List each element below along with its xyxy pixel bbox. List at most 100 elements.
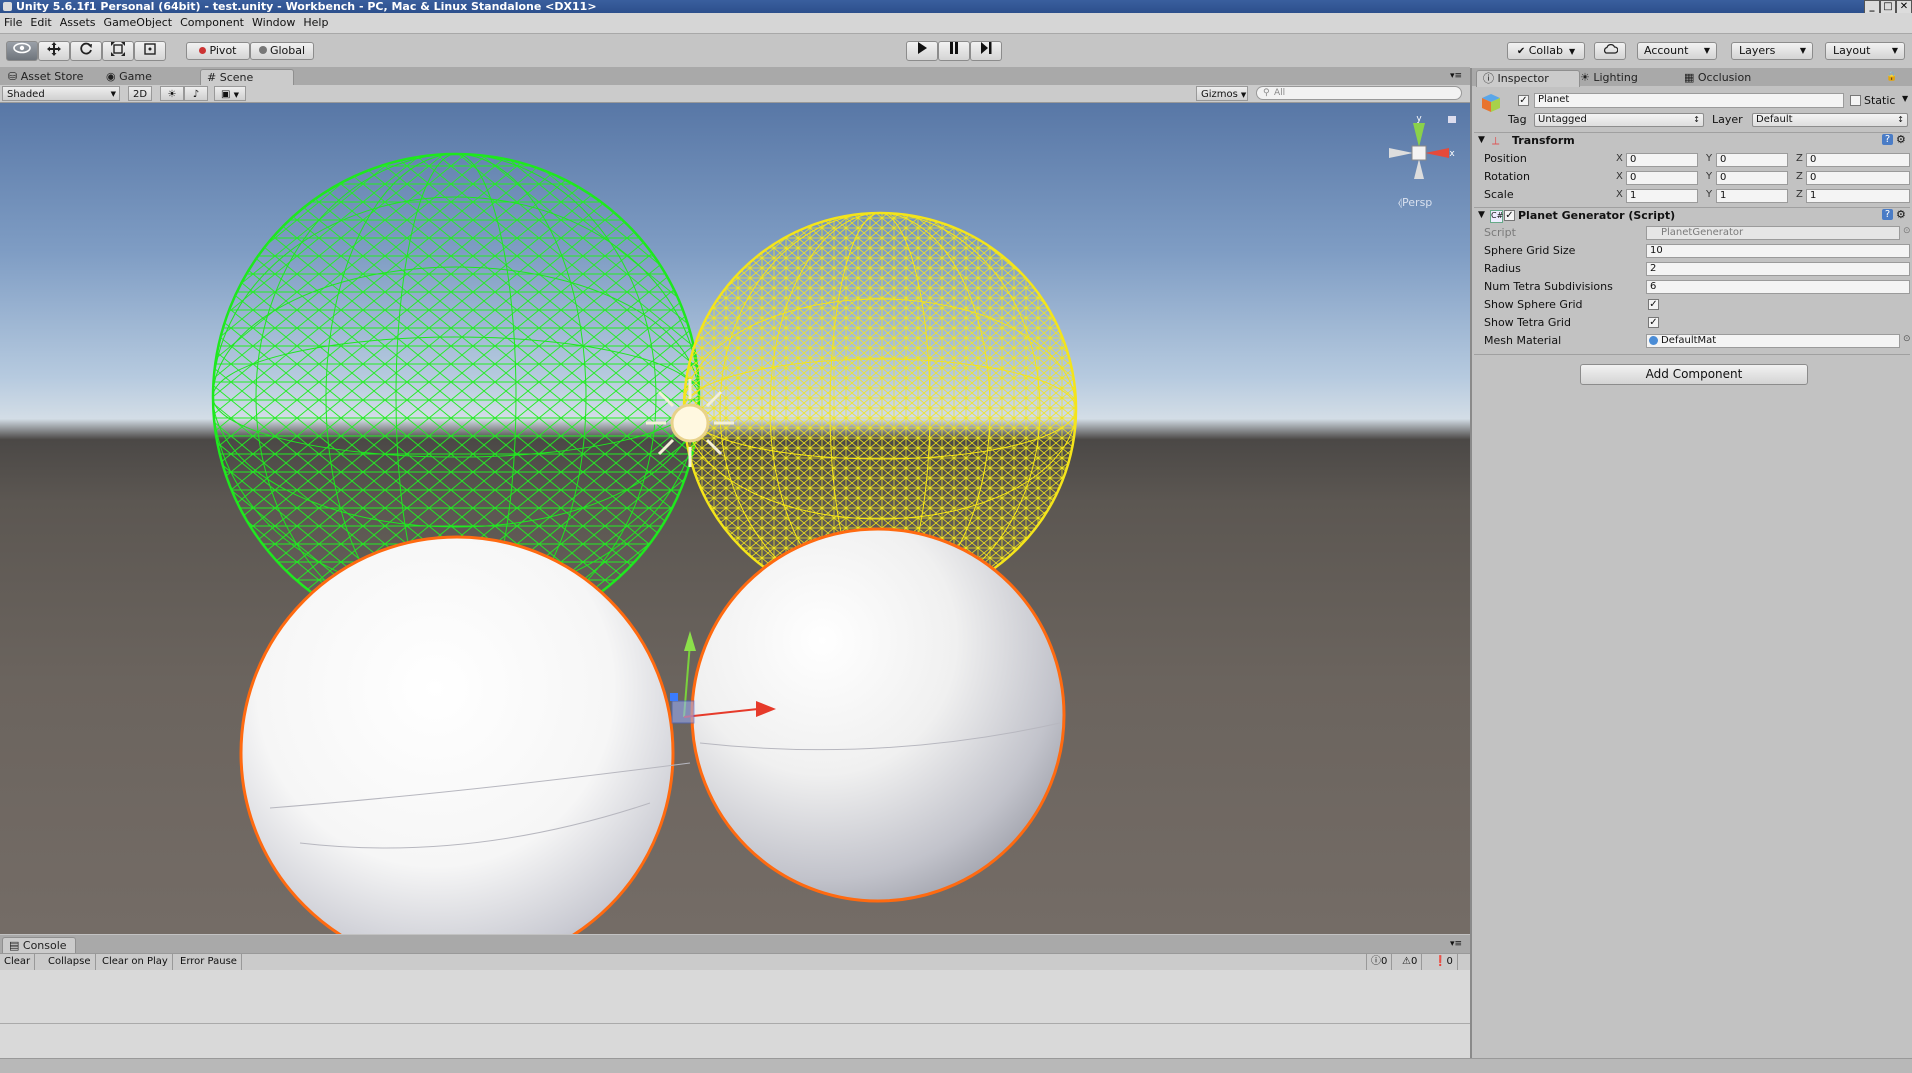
info-filter-toggle[interactable]: ⓘ0 [1366,954,1393,970]
tab-occlusion[interactable]: ▦ Occlusion [1678,70,1757,86]
warning-filter-toggle[interactable]: ⚠0 [1398,954,1423,970]
help-icon[interactable]: ? [1882,209,1893,220]
lock-icon[interactable]: 🔒 [1886,72,1897,82]
transform-header[interactable]: ▼ ⟂ Transform ? ⚙ [1474,132,1910,149]
white-sphere-left[interactable] [239,535,691,934]
menu-window[interactable]: Window [248,13,299,33]
object-name-field[interactable]: Planet [1534,93,1844,108]
clear-on-play-button[interactable]: Clear on Play [98,954,173,970]
radius-label: Radius [1484,262,1521,275]
scene-viewport[interactable]: y x ⦉Persp [0,103,1470,934]
position-y-field[interactable]: 0 [1716,153,1788,167]
tab-asset-store[interactable]: ⛁ Asset Store [2,69,89,85]
menu-component[interactable]: Component [176,13,248,33]
object-picker-icon[interactable]: ⊙ [1903,226,1911,236]
layer-dropdown[interactable]: Default [1752,113,1908,127]
cloud-button[interactable] [1594,42,1626,60]
global-toggle[interactable]: Global [250,42,314,60]
error-filter-toggle[interactable]: ❗0 [1430,954,1458,970]
radius-field[interactable]: 2 [1646,262,1910,276]
maximize-button[interactable]: □ [1880,0,1896,14]
help-icon[interactable]: ? [1882,134,1893,145]
shading-label: Shaded [7,89,45,100]
rect-tool-button[interactable] [134,41,166,61]
gear-icon[interactable]: ⚙ [1896,208,1906,221]
z-axis-label: Z [1796,171,1803,182]
position-z-field[interactable]: 0 [1806,153,1910,167]
tab-inspector[interactable]: ⓘ Inspector [1476,70,1580,87]
white-sphere-right[interactable] [690,527,1066,903]
mesh-material-field[interactable]: DefaultMat [1646,334,1900,348]
static-dropdown-icon[interactable]: ▼ [1902,94,1908,103]
effects-dropdown[interactable]: ▣ ▼ [214,86,246,101]
static-checkbox[interactable] [1850,95,1861,106]
script-value: PlanetGenerator [1661,227,1744,238]
menu-assets[interactable]: Assets [56,13,100,33]
scale-y-field[interactable]: 1 [1716,189,1788,203]
inspector-panel: ⓘ Inspector ☀ Lighting ▦ Occlusion 🔒 ✓ P… [1470,68,1912,1058]
toggle-2d-button[interactable]: 2D [128,86,152,101]
panel-menu-icon[interactable]: ▾≡ [1450,71,1462,81]
scale-tool-button[interactable] [102,41,134,61]
pause-button[interactable] [938,41,970,61]
num-tetra-subdivisions-field[interactable]: 6 [1646,280,1910,294]
layout-dropdown[interactable]: Layout ▼ [1825,42,1905,60]
console-log-area[interactable] [0,970,1470,1058]
orientation-gizmo[interactable] [1389,123,1449,179]
menu-help[interactable]: Help [299,13,332,33]
step-button[interactable] [970,41,1002,61]
menu-file[interactable]: File [0,13,26,33]
unity-icon [3,2,12,11]
rotation-x-field[interactable]: 0 [1626,171,1698,185]
minimize-button[interactable]: _ [1864,0,1880,14]
pivot-toggle[interactable]: Pivot [186,42,250,60]
tab-game[interactable]: ◉ Game [100,69,158,85]
scale-z-field[interactable]: 1 [1806,189,1910,203]
tag-dropdown[interactable]: Untagged [1534,113,1704,127]
scene-search-input[interactable]: ⚲ All [1256,86,1462,100]
tag-label: Tag [1508,113,1527,126]
collapse-triangle-icon[interactable]: ▼ [1478,135,1485,145]
audio-toggle[interactable]: ♪ [184,86,208,101]
position-x-field[interactable]: 0 [1626,153,1698,167]
scale-x-field[interactable]: 1 [1626,189,1698,203]
sphere-grid-size-field[interactable]: 10 [1646,244,1910,258]
lock-icon[interactable] [1448,116,1456,123]
rotation-z-field[interactable]: 0 [1806,171,1910,185]
add-component-button[interactable]: Add Component [1580,364,1808,385]
menu-edit[interactable]: Edit [26,13,55,33]
move-tool-button[interactable] [38,41,70,61]
gear-icon[interactable]: ⚙ [1896,133,1906,146]
collapse-button[interactable]: Collapse [44,954,96,970]
chevron-down-icon: ▼ [1703,46,1710,55]
view-tool-button[interactable] [6,41,38,61]
component-enabled-checkbox[interactable]: ✓ [1504,210,1515,221]
tab-console[interactable]: ▤ Console [2,937,76,954]
account-dropdown[interactable]: Account ▼ [1637,42,1717,60]
script-field[interactable]: PlanetGenerator [1646,226,1900,240]
show-tetra-grid-checkbox[interactable]: ✓ [1648,317,1659,328]
console-tab-bar: ▤ Console ▾≡ [0,935,1470,954]
object-picker-icon[interactable]: ⊙ [1903,334,1911,344]
play-button[interactable] [906,41,938,61]
clear-button[interactable]: Clear [0,954,36,970]
tab-scene[interactable]: # Scene [200,69,294,86]
lighting-toggle[interactable]: ☀ [160,86,184,101]
tab-lighting[interactable]: ☀ Lighting [1574,70,1644,86]
directional-light-icon[interactable] [646,379,734,467]
rotation-y-field[interactable]: 0 [1716,171,1788,185]
collapse-triangle-icon[interactable]: ▼ [1478,210,1485,220]
projection-label[interactable]: ⦉Persp [1398,196,1432,209]
rotate-tool-button[interactable] [70,41,102,61]
menu-gameobject[interactable]: GameObject [100,13,177,33]
panel-menu-icon[interactable]: ▾≡ [1450,939,1462,949]
close-button[interactable]: ✕ [1896,0,1912,14]
active-checkbox[interactable]: ✓ [1518,95,1529,106]
planet-generator-header[interactable]: ▼ C# ✓ Planet Generator (Script) ? ⚙ [1474,207,1910,224]
error-pause-button[interactable]: Error Pause [176,954,242,970]
show-sphere-grid-checkbox[interactable]: ✓ [1648,299,1659,310]
collab-dropdown[interactable]: ✔ Collab ▼ [1507,42,1585,60]
shading-mode-dropdown[interactable]: Shaded ▼ [2,86,120,101]
gizmos-dropdown[interactable]: Gizmos ▼ [1196,86,1248,101]
layers-dropdown[interactable]: Layers ▼ [1731,42,1813,60]
